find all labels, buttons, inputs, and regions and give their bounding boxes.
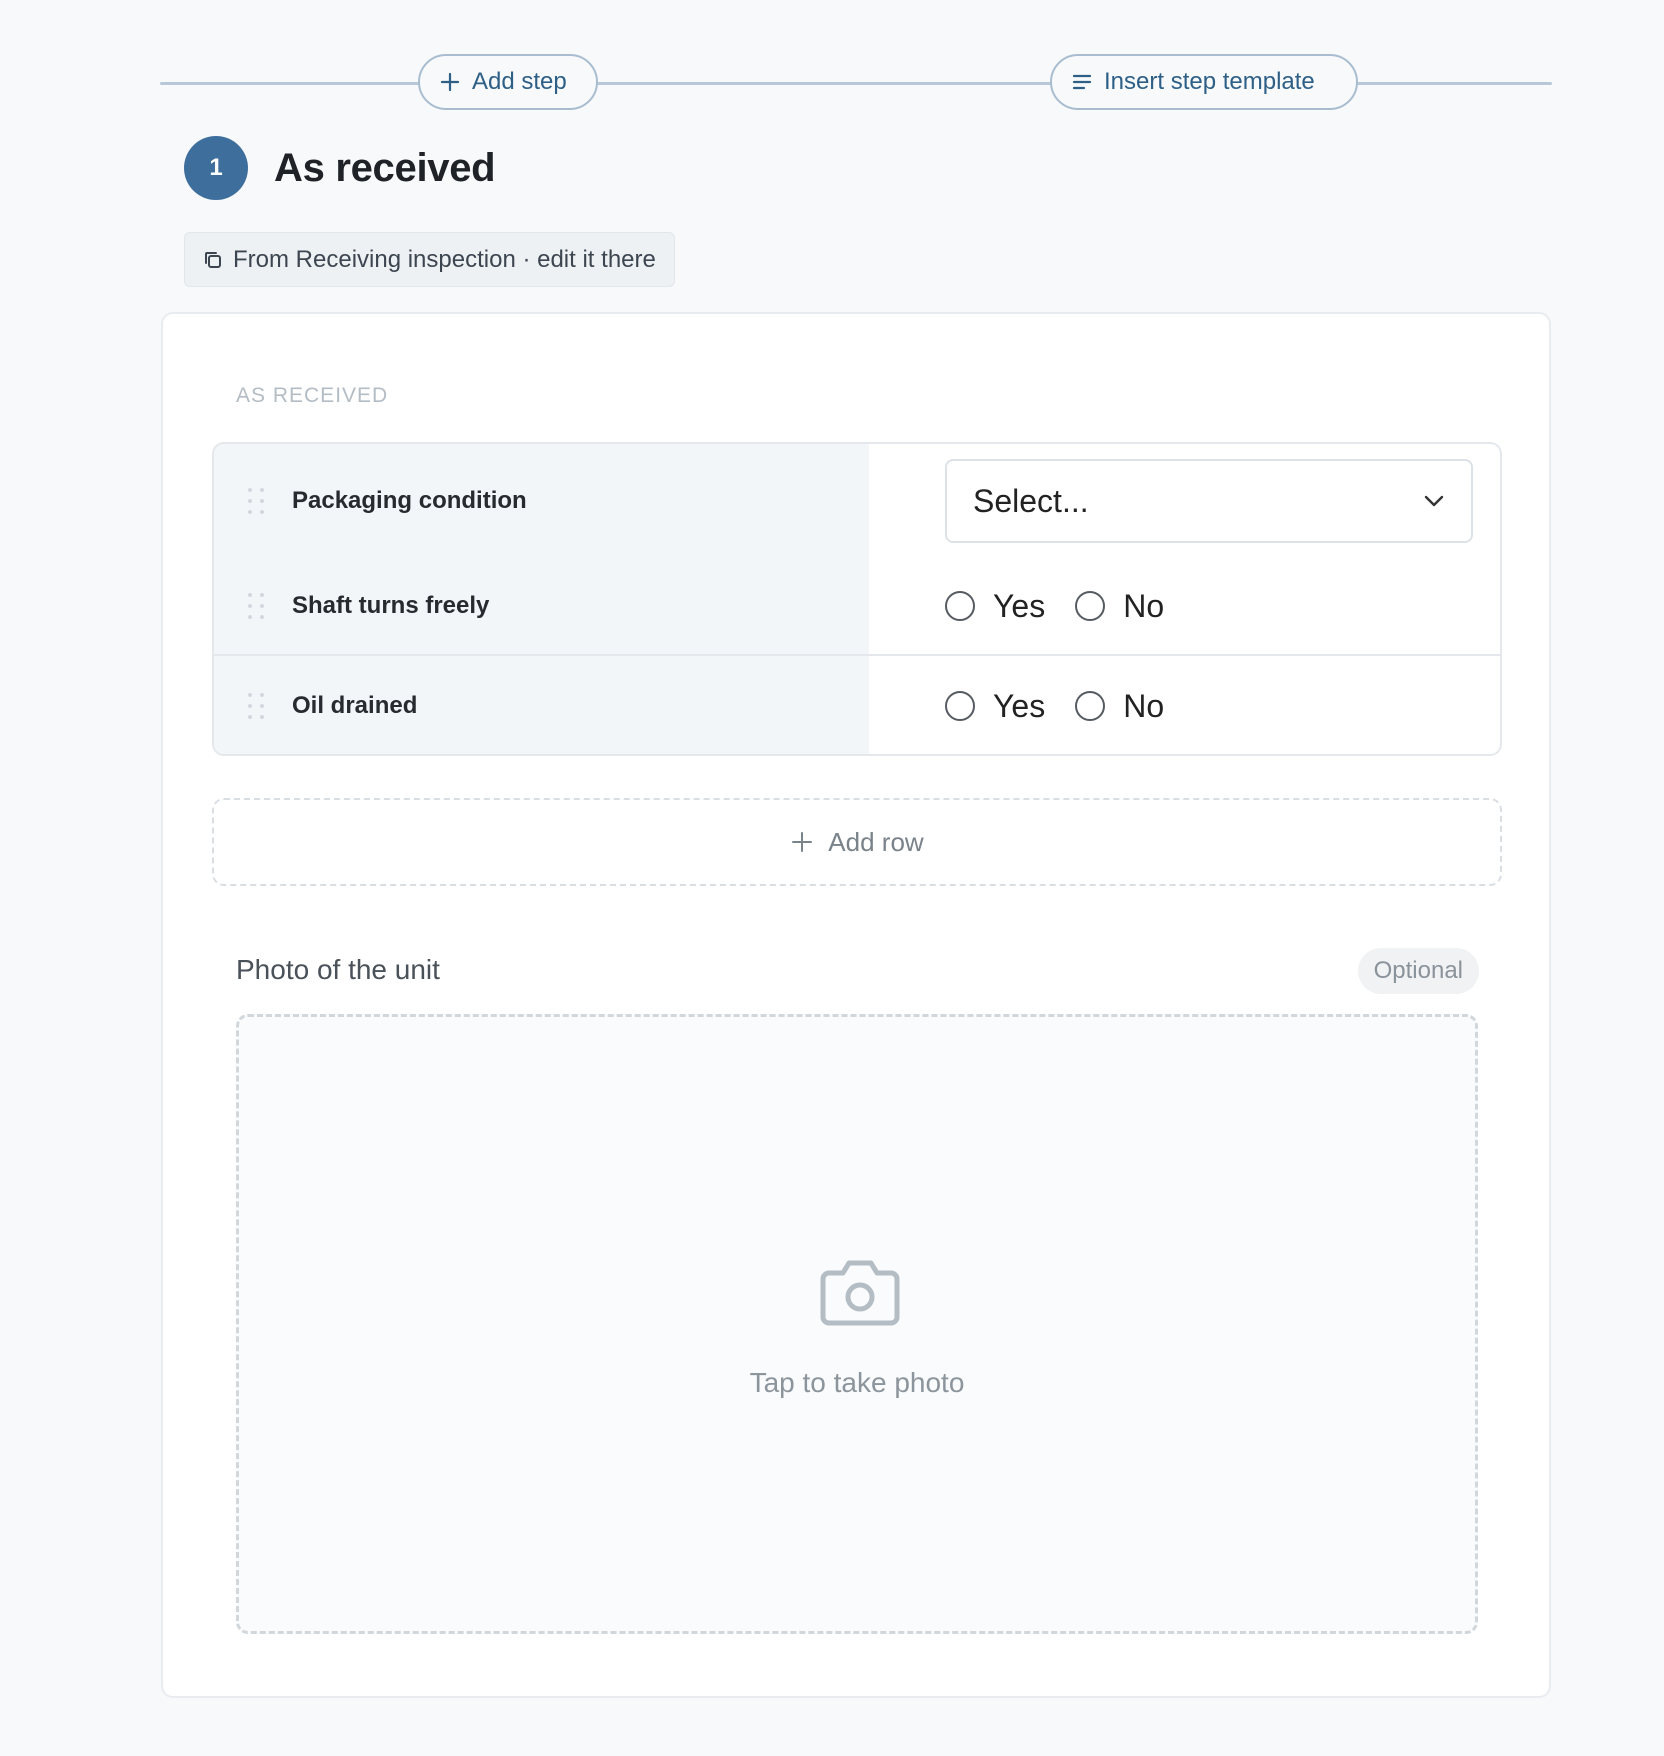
optional-badge: Optional xyxy=(1357,948,1479,994)
radio-circle-icon xyxy=(1075,591,1106,621)
plus-icon xyxy=(440,72,460,92)
insert-template-label: Insert step template xyxy=(1104,68,1315,95)
step-toolbar: Add step Insert step template xyxy=(160,54,1552,114)
add-row-button[interactable]: Add row xyxy=(212,798,1502,886)
drag-handle-icon[interactable] xyxy=(248,693,268,719)
row-value-cell: Yes No xyxy=(869,558,1500,654)
table-row: Shaft turns freely Yes No xyxy=(214,558,1500,656)
row-label: Oil drained xyxy=(292,692,418,719)
step-card: AS RECEIVED Packaging condition Select..… xyxy=(161,312,1551,1698)
list-icon xyxy=(1072,74,1092,90)
row-label-cell: Shaft turns freely xyxy=(214,558,869,654)
radio-circle-icon xyxy=(945,691,975,721)
row-label-cell: Packaging condition xyxy=(214,444,869,558)
step-number-badge: 1 xyxy=(184,136,248,200)
add-step-button[interactable]: Add step xyxy=(418,54,598,110)
radio-label: Yes xyxy=(993,587,1046,624)
row-label-cell: Oil drained xyxy=(214,656,869,754)
photo-hint: Tap to take photo xyxy=(749,1367,965,1398)
insert-step-template-button[interactable]: Insert step template xyxy=(1050,54,1358,110)
radio-no[interactable]: No xyxy=(1075,688,1164,725)
photo-field-label: Photo of the unit xyxy=(236,954,440,985)
add-step-label: Add step xyxy=(472,68,567,95)
copy-icon xyxy=(205,251,221,268)
step-title: As received xyxy=(274,145,496,190)
section-label: AS RECEIVED xyxy=(236,384,389,407)
chevron-down-icon xyxy=(1424,495,1444,507)
add-row-label: Add row xyxy=(828,826,924,857)
checklist-table: Packaging condition Select... Shaft turn… xyxy=(212,442,1502,756)
radio-label: Yes xyxy=(993,687,1046,724)
radio-circle-icon xyxy=(1075,691,1106,721)
drag-handle-icon[interactable] xyxy=(248,488,268,514)
radio-circle-icon xyxy=(945,591,975,621)
row-value-cell: Select... xyxy=(869,444,1500,558)
packaging-condition-select[interactable]: Select... xyxy=(945,459,1473,543)
table-row: Packaging condition Select... xyxy=(214,444,1500,560)
source-note: From Receiving inspection · edit it ther… xyxy=(233,245,656,273)
row-label: Shaft turns freely xyxy=(292,592,490,619)
table-row: Oil drained Yes No xyxy=(214,656,1500,754)
plus-icon xyxy=(792,832,813,852)
step-header: 1 As received xyxy=(184,136,496,200)
photo-capture-area[interactable]: Tap to take photo xyxy=(236,1014,1478,1634)
drag-handle-icon[interactable] xyxy=(248,593,268,619)
radio-no[interactable]: No xyxy=(1075,588,1164,625)
radio-yes[interactable]: Yes xyxy=(945,688,1045,725)
radio-label: No xyxy=(1123,587,1165,624)
source-link-chip[interactable]: From Receiving inspection · edit it ther… xyxy=(184,232,675,287)
radio-label: No xyxy=(1123,687,1165,724)
row-label: Packaging condition xyxy=(292,487,527,514)
camera-icon xyxy=(820,1260,900,1326)
radio-yes[interactable]: Yes xyxy=(945,588,1045,625)
select-placeholder: Select... xyxy=(973,482,1089,519)
row-value-cell: Yes No xyxy=(869,656,1500,754)
